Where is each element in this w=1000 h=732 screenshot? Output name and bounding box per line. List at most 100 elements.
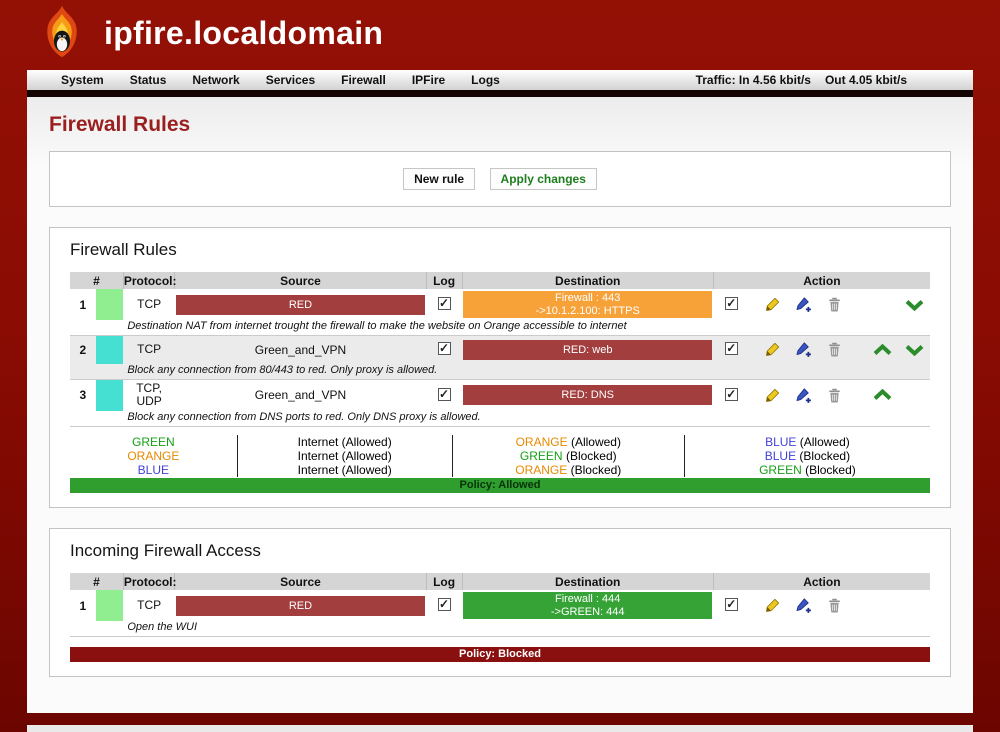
rule-protocol: TCP, UDP bbox=[123, 379, 175, 411]
rule-remark: Block any connection from 80/443 to red.… bbox=[123, 364, 930, 380]
policy-status-bar: Policy: Allowed bbox=[70, 478, 930, 493]
edit-pencil-icon[interactable] bbox=[765, 297, 780, 312]
legend-policy-cell: GREEN (Blocked) bbox=[685, 463, 930, 477]
source-zone: Green_and_VPN bbox=[175, 336, 426, 364]
rule-active-checkbox[interactable]: ✓ bbox=[725, 297, 738, 310]
log-checkbox[interactable]: ✓ bbox=[438, 342, 451, 355]
move-up-slot bbox=[869, 298, 895, 312]
firewall-rules-table: # Protocol: Source Log Destination Actio… bbox=[70, 272, 930, 427]
default-policy-legend: GREEN Internet (Allowed) ORANGE (Allowed… bbox=[70, 435, 930, 477]
col-header-protocol: Protocol: bbox=[123, 573, 175, 590]
source-zone-badge: RED bbox=[176, 295, 425, 315]
nav-item-network[interactable]: Network bbox=[192, 73, 239, 87]
log-checkbox[interactable]: ✓ bbox=[438, 297, 451, 310]
destination-line1: Firewall : 444 bbox=[463, 593, 712, 606]
page-title: Firewall Rules bbox=[49, 113, 951, 137]
table-row: 2 TCP Green_and_VPN ✓ RED: web ✓ bbox=[70, 336, 930, 364]
legend-zone-cell: GREEN bbox=[70, 435, 238, 449]
log-checkbox[interactable]: ✓ bbox=[438, 388, 451, 401]
table-row: 1 TCP RED ✓ Firewall : 444 ->GREEN: 444 … bbox=[70, 590, 930, 621]
incoming-firewall-section: Incoming Firewall Access # Protocol: Sou… bbox=[49, 528, 951, 677]
delete-trash-icon[interactable] bbox=[827, 342, 842, 357]
destination-zone-badge: Firewall : 444 ->GREEN: 444 bbox=[463, 592, 712, 619]
col-header-source: Source bbox=[175, 573, 426, 590]
new-rule-button[interactable]: New rule bbox=[403, 168, 475, 190]
copy-rule-pen-icon[interactable] bbox=[795, 388, 812, 403]
delete-trash-icon[interactable] bbox=[827, 388, 842, 403]
traffic-in: Traffic: In 4.56 kbit/s bbox=[696, 73, 811, 87]
nav-item-firewall[interactable]: Firewall bbox=[341, 73, 386, 87]
move-up-icon[interactable] bbox=[869, 388, 895, 402]
nav-item-system[interactable]: System bbox=[61, 73, 104, 87]
rules-toolbar: New rule Apply changes bbox=[49, 151, 951, 207]
legend-policy-cell: ORANGE (Allowed) bbox=[453, 435, 685, 449]
rule-number: 1 bbox=[70, 590, 96, 621]
col-header-action: Action bbox=[713, 573, 930, 590]
copy-rule-pen-icon[interactable] bbox=[795, 598, 812, 613]
move-down-icon[interactable] bbox=[901, 298, 927, 312]
source-zone: Green_and_VPN bbox=[175, 379, 426, 411]
rule-remark: Block any connection from DNS ports to r… bbox=[123, 411, 930, 427]
col-header-log: Log bbox=[426, 272, 462, 289]
delete-trash-icon[interactable] bbox=[827, 598, 842, 613]
legend-internet-cell: Internet (Allowed) bbox=[238, 463, 453, 477]
rule-number: 1 bbox=[70, 289, 96, 320]
rule-color-strip bbox=[96, 336, 124, 364]
check-icon: ✓ bbox=[439, 296, 449, 310]
log-checkbox[interactable]: ✓ bbox=[438, 598, 451, 611]
check-icon: ✓ bbox=[726, 597, 736, 611]
col-header-source: Source bbox=[175, 272, 426, 289]
check-icon: ✓ bbox=[726, 296, 736, 310]
destination-zone-badge: RED: web bbox=[463, 340, 712, 360]
move-up-icon[interactable] bbox=[869, 343, 895, 357]
table-row: 1 TCP RED ✓ Firewall : 443 ->10.1.2.100:… bbox=[70, 289, 930, 320]
traffic-out: Out 4.05 kbit/s bbox=[825, 73, 907, 87]
destination-zone-badge: RED: DNS bbox=[463, 385, 712, 405]
col-header-destination: Destination bbox=[462, 272, 713, 289]
table-header-row: # Protocol: Source Log Destination Actio… bbox=[70, 272, 930, 289]
nav-item-status[interactable]: Status bbox=[130, 73, 167, 87]
copy-rule-pen-icon[interactable] bbox=[795, 342, 812, 357]
col-header-action: Action bbox=[713, 272, 930, 289]
rule-active-checkbox[interactable]: ✓ bbox=[725, 388, 738, 401]
legend-zone-cell: ORANGE bbox=[70, 449, 238, 463]
traffic-stats: Traffic: In 4.56 kbit/s Out 4.05 kbit/s bbox=[696, 73, 973, 87]
rule-note-row: Block any connection from 80/443 to red.… bbox=[70, 364, 930, 380]
move-down-icon[interactable] bbox=[901, 343, 927, 357]
edit-pencil-icon[interactable] bbox=[765, 598, 780, 613]
col-header-destination: Destination bbox=[462, 573, 713, 590]
edit-pencil-icon[interactable] bbox=[765, 342, 780, 357]
rule-note-row: Open the WUI bbox=[70, 621, 930, 637]
nav-item-services[interactable]: Services bbox=[266, 73, 315, 87]
rule-active-checkbox[interactable]: ✓ bbox=[725, 598, 738, 611]
nav-item-ipfire[interactable]: IPFire bbox=[412, 73, 445, 87]
col-header-num: # bbox=[70, 573, 123, 590]
section-title: Incoming Firewall Access bbox=[70, 541, 930, 561]
delete-trash-icon[interactable] bbox=[827, 297, 842, 312]
rule-active-checkbox[interactable]: ✓ bbox=[725, 342, 738, 355]
check-icon: ✓ bbox=[726, 387, 736, 401]
ipfire-admin-page: ipfire.localdomain System Status Network… bbox=[0, 0, 1000, 732]
apply-changes-button[interactable]: Apply changes bbox=[490, 168, 597, 190]
move-down-slot bbox=[901, 388, 927, 402]
check-icon: ✓ bbox=[439, 597, 449, 611]
rule-note-row: Destination NAT from internet trought th… bbox=[70, 320, 930, 336]
rule-number: 2 bbox=[70, 336, 96, 364]
copy-rule-pen-icon[interactable] bbox=[795, 297, 812, 312]
rule-remark: Open the WUI bbox=[123, 621, 930, 637]
rule-color-strip bbox=[96, 289, 124, 320]
destination-zone-badge: Firewall : 443 ->10.1.2.100: HTTPS bbox=[463, 291, 712, 318]
legend-policy-cell: BLUE (Allowed) bbox=[685, 435, 930, 449]
source-zone-badge: RED bbox=[176, 596, 425, 616]
app-header: ipfire.localdomain bbox=[0, 0, 1000, 66]
rule-protocol: TCP bbox=[123, 590, 175, 621]
destination-line2: ->GREEN: 444 bbox=[463, 606, 712, 619]
section-title: Firewall Rules bbox=[70, 240, 930, 260]
nav-item-logs[interactable]: Logs bbox=[471, 73, 500, 87]
rule-color-strip bbox=[96, 590, 124, 621]
incoming-rules-table: # Protocol: Source Log Destination Actio… bbox=[70, 573, 930, 637]
edit-pencil-icon[interactable] bbox=[765, 388, 780, 403]
destination-line1: Firewall : 443 bbox=[463, 292, 712, 305]
legend-internet-cell: Internet (Allowed) bbox=[238, 435, 453, 449]
table-row: 3 TCP, UDP Green_and_VPN ✓ RED: DNS ✓ bbox=[70, 379, 930, 411]
